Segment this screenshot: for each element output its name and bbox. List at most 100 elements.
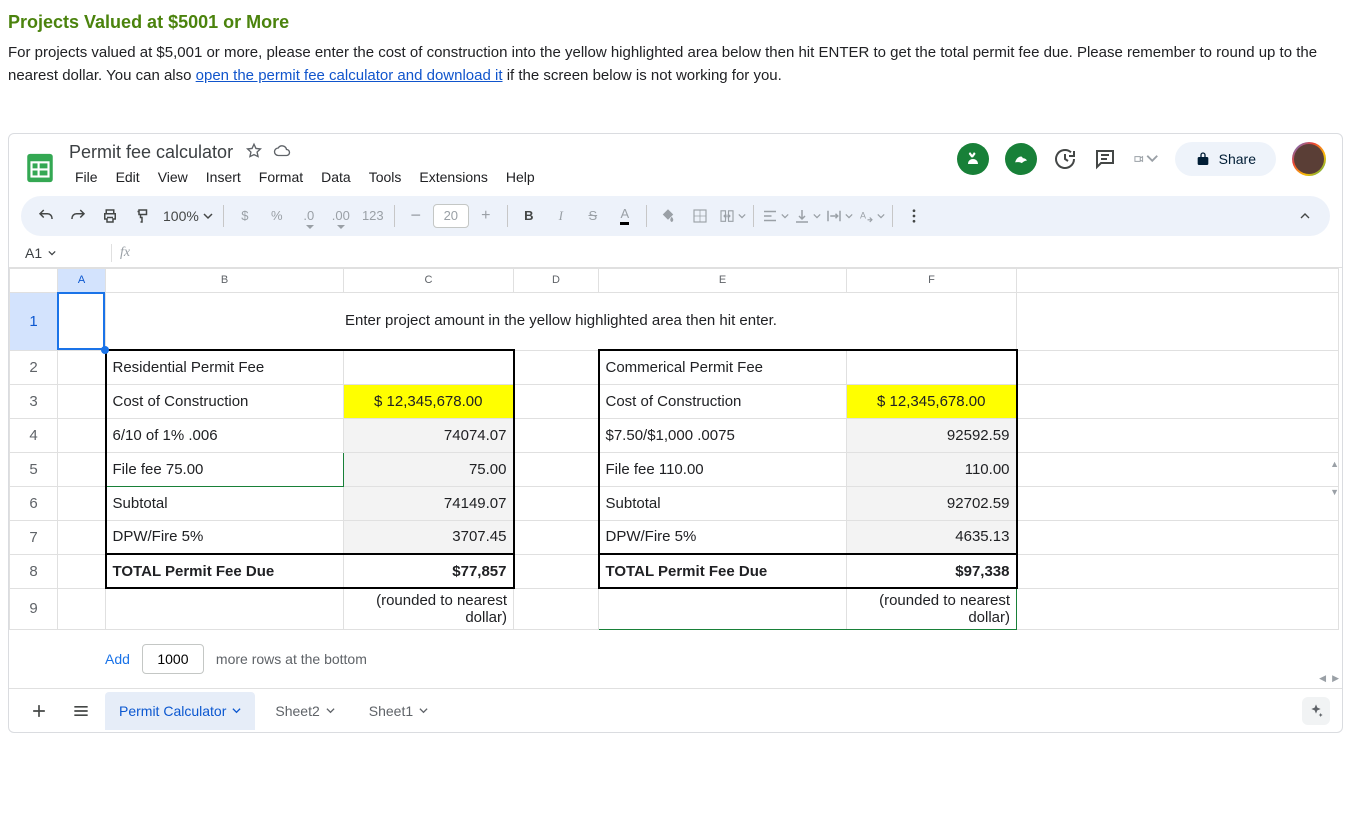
- bold-button[interactable]: B: [514, 201, 544, 231]
- cell-res-subtotal-label[interactable]: Subtotal: [106, 486, 344, 520]
- menu-extensions[interactable]: Extensions: [411, 165, 495, 189]
- row-header-9[interactable]: 9: [10, 588, 58, 630]
- cell-com-rate-label[interactable]: $7.50/$1,000 .0075: [599, 418, 847, 452]
- cell-res-total-label[interactable]: TOTAL Permit Fee Due: [106, 554, 344, 588]
- meet-icon[interactable]: [1133, 147, 1159, 171]
- cell-com-rate-val[interactable]: 92592.59: [847, 418, 1017, 452]
- open-calculator-link[interactable]: open the permit fee calculator and downl…: [196, 67, 503, 84]
- col-header-A[interactable]: A: [58, 268, 106, 292]
- row-header-2[interactable]: 2: [10, 350, 58, 384]
- borders-button[interactable]: [685, 201, 715, 231]
- cell-res-cost-val[interactable]: $ 12,345,678.00: [344, 384, 514, 418]
- cell-title[interactable]: Enter project amount in the yellow highl…: [106, 292, 1017, 350]
- cell-res-dpw-val[interactable]: 3707.45: [344, 520, 514, 554]
- row-header-5[interactable]: 5: [10, 452, 58, 486]
- col-header-E[interactable]: E: [599, 268, 847, 292]
- font-size-increase-button[interactable]: +: [471, 201, 501, 231]
- row-header-3[interactable]: 3: [10, 384, 58, 418]
- cell-com-total-label[interactable]: TOTAL Permit Fee Due: [599, 554, 847, 588]
- cell-com-rounded[interactable]: (rounded to nearest dollar): [847, 588, 1017, 630]
- spreadsheet-grid[interactable]: A B C D E F 1 Enter project amount in th…: [9, 268, 1342, 689]
- text-wrap-button[interactable]: [824, 201, 854, 231]
- redo-button[interactable]: [63, 201, 93, 231]
- format-123-button[interactable]: 123: [358, 201, 388, 231]
- cloud-status-icon[interactable]: [273, 142, 291, 163]
- cell-res-file-val[interactable]: 75.00: [344, 452, 514, 486]
- cell-A1[interactable]: [58, 292, 106, 350]
- format-percent-button[interactable]: %: [262, 201, 292, 231]
- increase-decimal-button[interactable]: .00: [326, 201, 356, 231]
- cell-com-dpw-val[interactable]: 4635.13: [847, 520, 1017, 554]
- collab-badge-2-icon[interactable]: [1005, 143, 1037, 175]
- paint-format-button[interactable]: [127, 201, 157, 231]
- menu-edit[interactable]: Edit: [108, 165, 148, 189]
- cell-com-subtotal-val[interactable]: 92702.59: [847, 486, 1017, 520]
- document-title[interactable]: Permit fee calculator: [67, 142, 235, 163]
- cell-com-total-val[interactable]: $97,338: [847, 554, 1017, 588]
- print-button[interactable]: [95, 201, 125, 231]
- zoom-dropdown[interactable]: 100%: [159, 208, 217, 224]
- menu-insert[interactable]: Insert: [198, 165, 249, 189]
- tab-sheet1[interactable]: Sheet1: [355, 692, 442, 730]
- cell-res-subtotal-val[interactable]: 74149.07: [344, 486, 514, 520]
- row-header-1[interactable]: 1: [10, 292, 58, 350]
- col-header-blank[interactable]: [1017, 268, 1339, 292]
- add-rows-input[interactable]: [142, 644, 204, 674]
- decrease-decimal-button[interactable]: .0: [294, 201, 324, 231]
- col-header-D[interactable]: D: [514, 268, 599, 292]
- format-currency-button[interactable]: $: [230, 201, 260, 231]
- collab-badge-1-icon[interactable]: [957, 143, 989, 175]
- account-avatar[interactable]: [1292, 142, 1326, 176]
- more-toolbar-button[interactable]: [899, 201, 929, 231]
- all-sheets-button[interactable]: [63, 695, 99, 727]
- merge-cells-button[interactable]: [717, 201, 747, 231]
- menu-data[interactable]: Data: [313, 165, 359, 189]
- add-rows-button[interactable]: Add: [105, 651, 130, 667]
- cell-res-rounded[interactable]: (rounded to nearest dollar): [344, 588, 514, 630]
- italic-button[interactable]: I: [546, 201, 576, 231]
- cell-com-cost-label[interactable]: Cost of Construction: [599, 384, 847, 418]
- menu-view[interactable]: View: [150, 165, 196, 189]
- undo-button[interactable]: [31, 201, 61, 231]
- fill-color-button[interactable]: [653, 201, 683, 231]
- sheets-logo-icon[interactable]: [21, 142, 59, 190]
- menu-help[interactable]: Help: [498, 165, 543, 189]
- vertical-align-button[interactable]: [792, 201, 822, 231]
- strikethrough-button[interactable]: S: [578, 201, 608, 231]
- collapse-toolbar-button[interactable]: [1290, 201, 1320, 231]
- cell-com-head[interactable]: Commerical Permit Fee: [599, 350, 847, 384]
- font-size-input[interactable]: 20: [433, 204, 469, 228]
- star-icon[interactable]: [245, 142, 263, 163]
- menu-format[interactable]: Format: [251, 165, 311, 189]
- col-header-B[interactable]: B: [106, 268, 344, 292]
- row-header-8[interactable]: 8: [10, 554, 58, 588]
- text-rotation-button[interactable]: A: [856, 201, 886, 231]
- cell-res-file-label[interactable]: File fee 75.00: [106, 452, 344, 486]
- font-size-decrease-button[interactable]: −: [401, 201, 431, 231]
- tab-sheet2[interactable]: Sheet2: [261, 692, 348, 730]
- share-button[interactable]: Share: [1175, 142, 1276, 176]
- cell-res-cost-label[interactable]: Cost of Construction: [106, 384, 344, 418]
- comments-icon[interactable]: [1093, 147, 1117, 171]
- col-header-C[interactable]: C: [344, 268, 514, 292]
- active-cell-handle[interactable]: [101, 346, 109, 354]
- cell-res-rate-label[interactable]: 6/10 of 1% .006: [106, 418, 344, 452]
- cell-com-subtotal-label[interactable]: Subtotal: [599, 486, 847, 520]
- row-header-4[interactable]: 4: [10, 418, 58, 452]
- col-header-F[interactable]: F: [847, 268, 1017, 292]
- select-all-cell[interactable]: [10, 268, 58, 292]
- cell-res-total-val[interactable]: $77,857: [344, 554, 514, 588]
- add-sheet-button[interactable]: [21, 695, 57, 727]
- horizontal-scroll-arrows[interactable]: ◀▶: [1319, 673, 1342, 684]
- row-header-6[interactable]: 6: [10, 486, 58, 520]
- tab-permit-calculator[interactable]: Permit Calculator: [105, 692, 255, 730]
- cell-com-file-label[interactable]: File fee 110.00: [599, 452, 847, 486]
- text-color-button[interactable]: A: [610, 201, 640, 231]
- vertical-scroll-arrows[interactable]: ▲▼: [1330, 459, 1342, 497]
- cell-com-dpw-label[interactable]: DPW/Fire 5%: [599, 520, 847, 554]
- cell-com-blank-grn[interactable]: [599, 588, 847, 630]
- explore-button[interactable]: [1302, 697, 1330, 725]
- menu-tools[interactable]: Tools: [361, 165, 410, 189]
- cell-res-dpw-label[interactable]: DPW/Fire 5%: [106, 520, 344, 554]
- row-header-7[interactable]: 7: [10, 520, 58, 554]
